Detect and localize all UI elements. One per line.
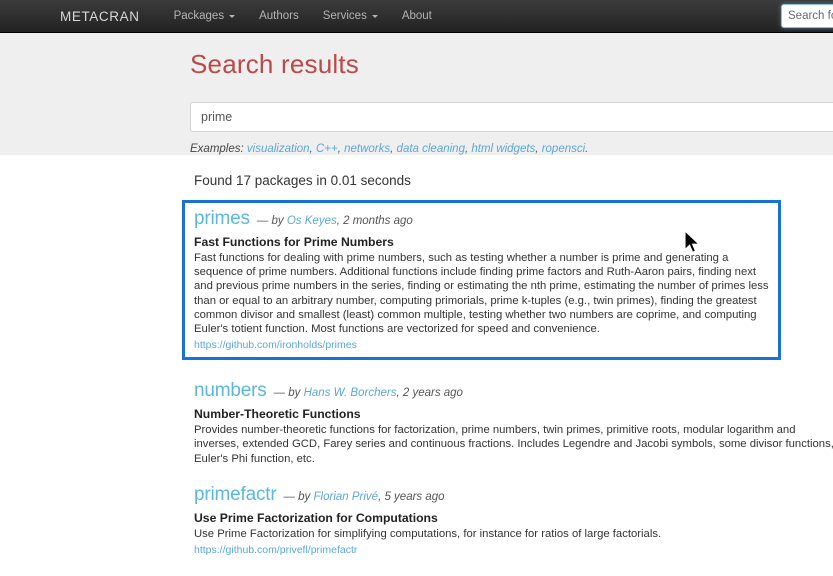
package-name-link[interactable]: primes: [194, 208, 250, 230]
sep: .: [585, 143, 589, 155]
search-result-item[interactable]: numbers — by Hans W. Borchers, 2 years a…: [190, 376, 833, 466]
byline-dash: — by: [283, 490, 311, 503]
search-result-item[interactable]: primefactr — by Florian Privé, 5 years a…: [190, 480, 833, 556]
chevron-down-icon: [371, 14, 378, 18]
byline-dash: — by: [273, 387, 301, 400]
package-title: Number-Theoretic Functions: [194, 407, 361, 422]
sep: ,: [390, 143, 394, 155]
search-input[interactable]: [190, 102, 833, 132]
example-link-networks[interactable]: networks: [344, 143, 390, 155]
result-byline: — by Os Keyes, 2 months ago: [257, 215, 413, 227]
nav-item-authors-label: Authors: [259, 10, 299, 22]
result-date: , 2 months ago: [336, 215, 413, 227]
nav-item-packages[interactable]: Packages: [162, 10, 248, 22]
page-title: Search results: [190, 49, 359, 79]
result-byline: — by Hans W. Borchers, 2 years ago: [274, 387, 463, 399]
author-link[interactable]: Florian Privé: [314, 491, 379, 503]
package-title: Fast Functions for Prime Numbers: [194, 235, 394, 249]
package-description: Provides number-theoretic functions for …: [194, 424, 833, 465]
results-count: Found 17 packages in 0.01 seconds: [194, 173, 411, 188]
jumbotron-inner: Search results Examples: visualization, …: [190, 49, 833, 155]
result-byline: — by Florian Privé, 5 years ago: [283, 491, 444, 503]
package-title: Use Prime Factorization for Computations: [194, 510, 438, 525]
package-url-link[interactable]: https://github.com/ironholds/primes: [194, 339, 770, 351]
search-result-item[interactable]: primes — by Os Keyes, 2 months ago Fast …: [182, 200, 781, 361]
sep: ,: [337, 143, 341, 155]
search-jumbotron: Search results Examples: visualization, …: [0, 33, 833, 155]
examples-label: Examples:: [190, 143, 244, 155]
nav-item-services[interactable]: Services: [311, 10, 390, 22]
example-link-data-cleaning[interactable]: data cleaning: [397, 143, 465, 155]
example-link-cpp[interactable]: C++: [316, 143, 338, 155]
result-date: , 2 years ago: [396, 387, 463, 400]
result-header: primefactr — by Florian Privé, 5 years a…: [194, 484, 833, 506]
package-description: Use Prime Factorization for simplifying …: [194, 527, 662, 540]
package-name-link[interactable]: primefactr: [194, 484, 277, 506]
examples-line: Examples: visualization, C++, networks, …: [190, 143, 833, 155]
author-link[interactable]: Os Keyes: [287, 215, 337, 227]
nav-item-about-label: About: [401, 10, 432, 22]
results-section: Found 17 packages in 0.01 seconds primes…: [0, 155, 833, 576]
example-link-ropensci[interactable]: ropensci: [542, 143, 585, 155]
example-link-visualization[interactable]: visualization: [247, 143, 310, 155]
package-description: Fast functions for dealing with prime nu…: [194, 252, 769, 336]
example-link-html-widgets[interactable]: html widgets: [471, 143, 535, 155]
search-result-item[interactable]: gbeta — by Stéphane Laurent, 2 years ago…: [190, 570, 833, 576]
package-name-link[interactable]: numbers: [194, 380, 267, 402]
chevron-down-icon: [229, 14, 236, 18]
top-navbar: METACRAN Packages Authors Services About: [0, 0, 833, 33]
sep: ,: [309, 143, 313, 155]
sep: ,: [535, 143, 539, 155]
nav-item-services-label: Services: [322, 10, 367, 22]
byline-dash: — by: [256, 215, 284, 227]
brand-metacran[interactable]: METACRAN: [60, 9, 140, 24]
nav-items: Packages Authors Services About: [162, 10, 444, 22]
nav-item-packages-label: Packages: [173, 10, 225, 22]
package-url-link[interactable]: https://github.com/privefl/primefactr: [194, 544, 833, 556]
nav-item-about[interactable]: About: [390, 10, 444, 22]
sep: ,: [464, 143, 469, 155]
nav-item-authors[interactable]: Authors: [247, 10, 311, 22]
navbar-search-input[interactable]: [781, 4, 833, 28]
result-header: primes — by Os Keyes, 2 months ago: [194, 208, 770, 230]
author-link[interactable]: Hans W. Borchers: [304, 387, 397, 399]
result-date: , 5 years ago: [378, 490, 445, 503]
result-header: numbers — by Hans W. Borchers, 2 years a…: [194, 380, 833, 402]
